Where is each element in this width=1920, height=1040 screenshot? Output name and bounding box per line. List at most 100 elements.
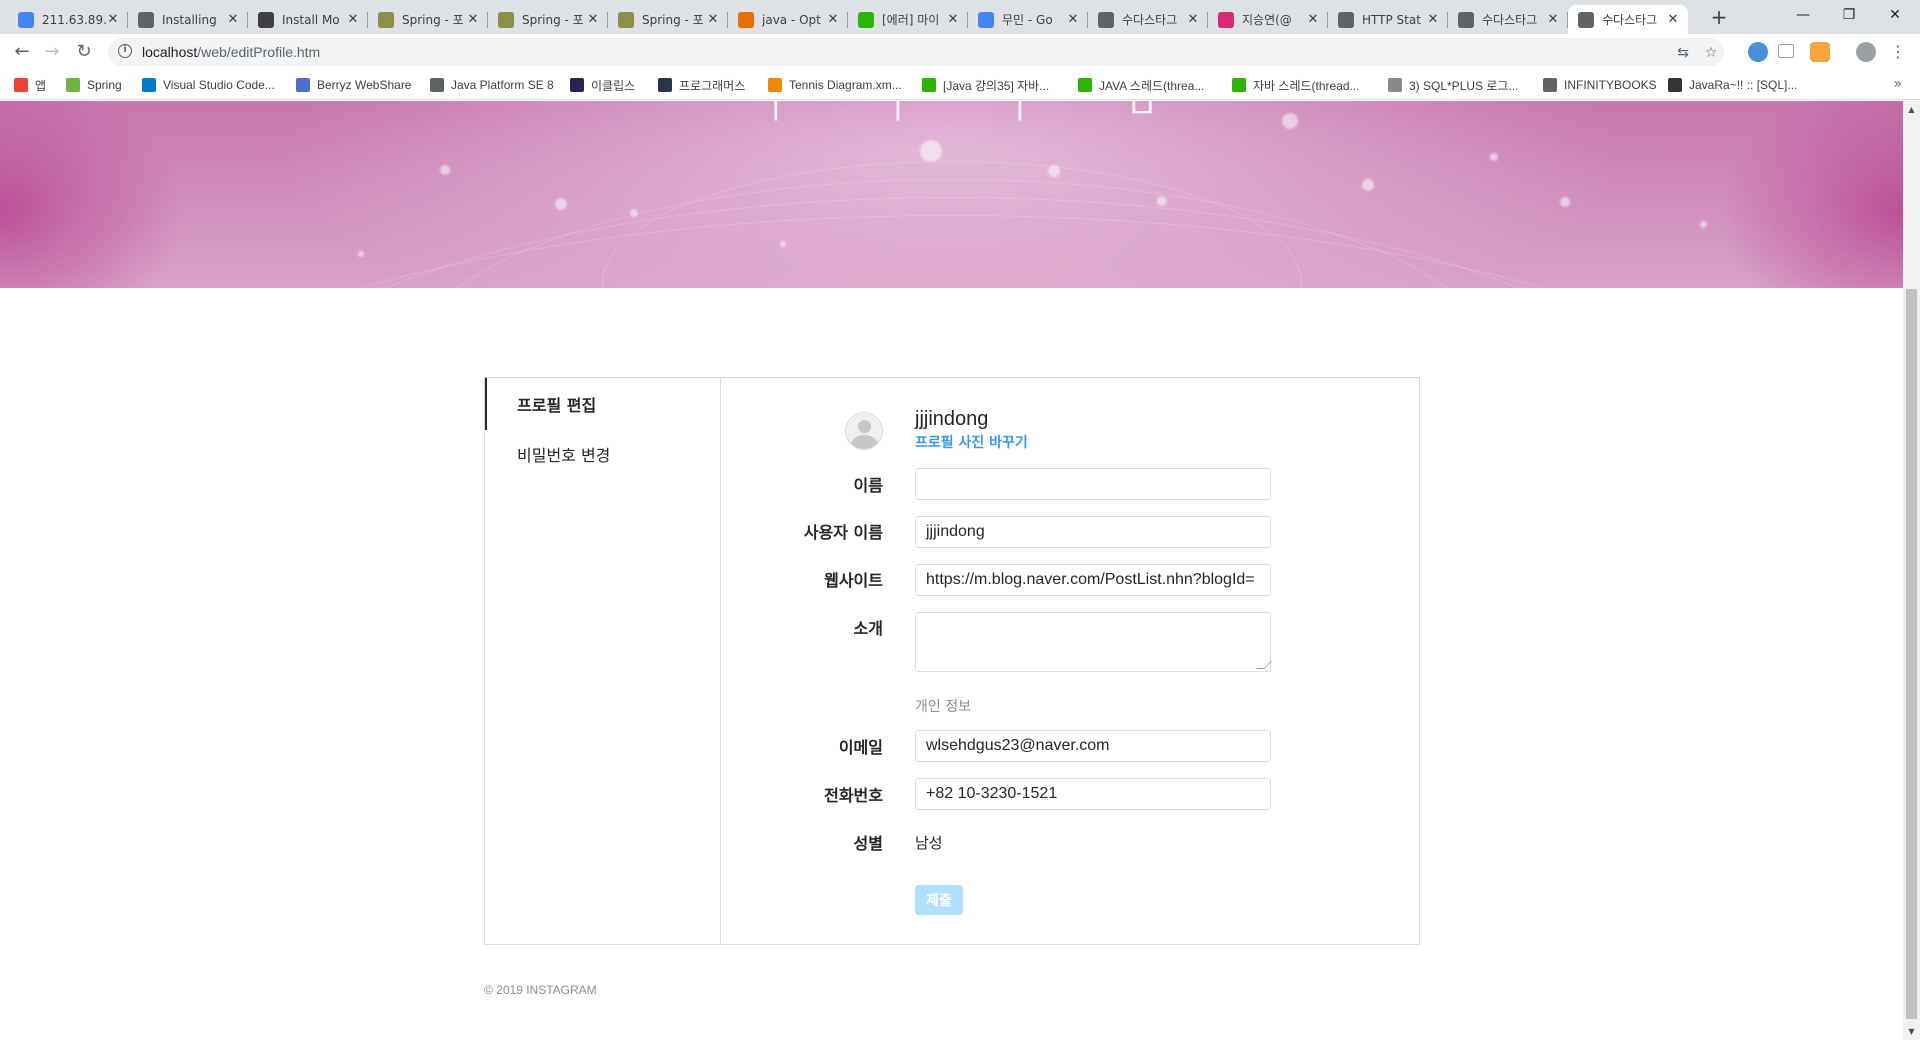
tab-0[interactable]: 211.63.89. ✕ [8, 5, 128, 34]
tab-4[interactable]: Spring - 포 ✕ [488, 5, 608, 34]
tab-5[interactable]: Spring - 포 ✕ [608, 5, 728, 34]
bookmark-item[interactable]: 이클립스 [570, 76, 635, 94]
tab-close-icon[interactable]: ✕ [226, 12, 240, 27]
tab-close-icon[interactable]: ✕ [1186, 12, 1200, 27]
globe-icon [1578, 11, 1594, 28]
tab-close-icon[interactable]: ✕ [346, 12, 360, 27]
bookmark-item[interactable]: Berryz WebShare [296, 76, 411, 94]
tab-title: 211.63.89. [42, 12, 106, 27]
bookmark-item[interactable]: Visual Studio Code... [142, 76, 275, 94]
tab-1[interactable]: Installing ✕ [128, 5, 248, 34]
username-field[interactable]: jjjindong [915, 516, 1271, 548]
email-field[interactable]: wlsehdgus23@naver.com [915, 730, 1271, 762]
tab-2[interactable]: Install Mo ✕ [248, 5, 368, 34]
username-label: 사용자 이름 [803, 523, 883, 542]
tab-3[interactable]: Spring - 포 ✕ [368, 5, 488, 34]
tab-6[interactable]: java - Opt ✕ [728, 5, 848, 34]
extension-orange-icon[interactable] [1810, 42, 1830, 62]
bookmark-icon [922, 78, 936, 92]
bookmark-label: [Java 강의35] 자바... [943, 78, 1050, 93]
change-photo-link[interactable]: 프로필 사진 바꾸기 [915, 432, 1028, 452]
cast-icon[interactable] [1778, 44, 1794, 58]
bookmark-item[interactable]: 자바 스레드(thread... [1232, 76, 1360, 94]
bookmark-item[interactable]: 프로그래머스 [658, 76, 745, 94]
address-bar[interactable]: i localhost/web/editProfile.htm ⇆ ☆ [108, 38, 1724, 66]
tab-close-icon[interactable]: ✕ [106, 12, 120, 27]
page-viewport: ㅣ ㅣ ㅣ ㅁ 프로필 편집 비밀번호 변경 jjjindong 프로필 사진 … [0, 101, 1903, 1040]
back-icon[interactable]: ← [10, 40, 34, 64]
gender-value[interactable]: 남성 [915, 832, 943, 853]
tab-close-icon[interactable]: ✕ [706, 12, 720, 27]
reload-icon[interactable]: ↻ [72, 40, 96, 64]
gender-label: 성별 [853, 834, 883, 853]
bookmark-item[interactable]: Tennis Diagram.xm... [768, 76, 902, 94]
banner-sparkle [1282, 113, 1298, 129]
bookmark-label: Java Platform SE 8 [451, 78, 554, 92]
tab-close-icon[interactable]: ✕ [1066, 12, 1080, 27]
tab-9[interactable]: 수다스타그 ✕ [1088, 5, 1208, 34]
bookmark-item[interactable]: JAVA 스레드(threa... [1078, 76, 1204, 94]
minimize-button[interactable]: — [1780, 0, 1826, 30]
bookmark-item[interactable]: 3) SQL*PLUS 로그... [1388, 76, 1518, 94]
restore-button[interactable]: ❐ [1826, 0, 1872, 30]
page-scrollbar[interactable]: ▲ ▼ [1903, 101, 1920, 1040]
avatar-body [851, 435, 878, 449]
bookmark-icon [768, 78, 782, 92]
translate-icon[interactable]: ⇆ [1674, 44, 1692, 62]
bookmark-star-icon[interactable]: ☆ [1702, 44, 1720, 62]
email-label: 이메일 [838, 738, 883, 757]
bookmark-label: INFINITYBOOKS [1564, 78, 1657, 92]
bookmark-label: 프로그래머스 [679, 78, 746, 93]
scroll-thumb[interactable] [1906, 289, 1917, 1019]
bookmark-item[interactable]: [Java 강의35] 자바... [922, 76, 1049, 94]
resize-handle-icon[interactable] [1256, 661, 1272, 669]
extension-icon[interactable] [1748, 42, 1768, 62]
new-tab-button[interactable]: + [1707, 6, 1731, 30]
tab-11[interactable]: HTTP Stat ✕ [1328, 5, 1448, 34]
scroll-up-icon[interactable]: ▲ [1903, 101, 1920, 118]
tab-title: Installing [162, 12, 217, 27]
submit-button[interactable]: 제출 [915, 885, 963, 915]
tab-close-icon[interactable]: ✕ [946, 12, 960, 27]
tab-close-icon[interactable]: ✕ [1306, 12, 1320, 27]
tab-close-icon[interactable]: ✕ [826, 12, 840, 27]
banner-sparkle [358, 251, 364, 257]
name-field[interactable] [915, 468, 1271, 500]
mongodb-icon [258, 11, 274, 28]
private-info-heading: 개인 정보 [915, 699, 971, 715]
bookmark-item[interactable]: Java Platform SE 8 [430, 76, 554, 94]
tab-8[interactable]: 무민 - Go ✕ [968, 5, 1088, 34]
profile-avatar-icon[interactable] [1856, 42, 1876, 62]
bio-textarea[interactable] [915, 612, 1272, 672]
tab-close-icon[interactable]: ✕ [1426, 12, 1440, 27]
bookmark-item[interactable]: INFINITYBOOKS [1543, 76, 1657, 94]
forward-icon[interactable]: → [40, 40, 64, 64]
close-window-button[interactable]: ✕ [1872, 0, 1918, 30]
sidebar-item-edit-profile[interactable]: 프로필 편집 [485, 378, 720, 430]
phone-field[interactable]: +82 10-3230-1521 [915, 778, 1271, 810]
sidebar-item-change-password[interactable]: 비밀번호 변경 [485, 428, 720, 480]
bookmarks-overflow-icon[interactable]: » [1893, 76, 1902, 92]
url-text[interactable]: localhost/web/editProfile.htm [142, 44, 320, 60]
tab-close-icon[interactable]: ✕ [1546, 12, 1560, 27]
bookmark-label: Berryz WebShare [317, 78, 412, 92]
avatar[interactable] [845, 412, 883, 450]
tab-close-icon[interactable]: ✕ [466, 12, 480, 27]
banner-sparkle [920, 140, 942, 162]
banner-sparkle [1700, 221, 1707, 228]
tab-7[interactable]: [에러] 마이 ✕ [848, 5, 968, 34]
tab-13[interactable]: 수다스타그 ✕ [1568, 5, 1688, 34]
tab-title: 지승연(@ [1242, 13, 1292, 27]
website-field[interactable]: https://m.blog.naver.com/PostList.nhn?bl… [915, 564, 1271, 596]
scroll-down-icon[interactable]: ▼ [1903, 1023, 1920, 1040]
tab-12[interactable]: 수다스타그 ✕ [1448, 5, 1568, 34]
bio-label: 소개 [853, 619, 883, 638]
info-icon[interactable]: i [118, 44, 132, 58]
tab-close-icon[interactable]: ✕ [1666, 12, 1680, 27]
bookmark-item[interactable]: 앱 [14, 76, 46, 94]
bookmark-item[interactable]: Spring [66, 76, 122, 94]
tab-10[interactable]: 지승연(@ ✕ [1208, 5, 1328, 34]
menu-kebab-icon[interactable]: ⋮ [1886, 40, 1910, 64]
bookmark-item[interactable]: JavaRa~!! :: [SQL]... [1668, 76, 1797, 94]
tab-close-icon[interactable]: ✕ [586, 12, 600, 27]
